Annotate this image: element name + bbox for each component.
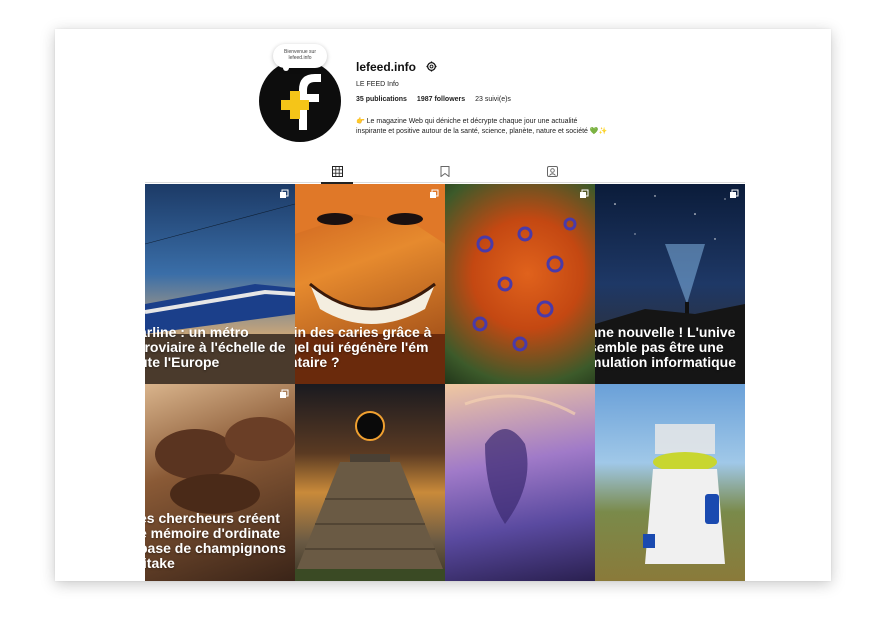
caption-line: nne nouvelle ! L'unive	[595, 324, 736, 340]
post-caption: es chercheurs créent e mémoire d'ordinat…	[145, 511, 295, 571]
caption-line: ute l'Europe	[145, 354, 220, 370]
profile-username: lefeed.info	[356, 60, 417, 74]
publications-count: 35 publications	[356, 96, 407, 103]
posts-grid: arline : un métro rroviaire à l'échelle …	[145, 184, 745, 581]
post-caption: arline : un métro rroviaire à l'échelle …	[145, 325, 295, 370]
tab-tagged[interactable]	[544, 163, 560, 179]
caption-line: base de champignons	[145, 540, 287, 556]
water-filter-photo	[643, 424, 725, 564]
following-count[interactable]: 23 suivi(e)s	[475, 96, 511, 103]
caption-line: semble pas être une	[595, 339, 724, 355]
profile-full-name: LE FEED Info	[356, 81, 399, 88]
octopus-photo	[472, 217, 577, 352]
post-caption: fin des caries grâce à gel qui régénère …	[295, 325, 445, 370]
profile-note-text: Bienvenue sur lefeed.info	[284, 49, 316, 61]
jellyfish-photo	[464, 394, 576, 524]
caption-line: rroviaire à l'échelle de	[145, 339, 286, 355]
settings-gear-icon[interactable]	[426, 61, 437, 72]
carousel-icon	[280, 389, 289, 398]
carousel-icon	[580, 189, 589, 198]
carousel-icon	[280, 189, 289, 198]
profile-stats: 35 publications 1987 followers 23 suivi(…	[356, 96, 519, 103]
post-caption: nne nouvelle ! L'unive semble pas être u…	[595, 325, 745, 370]
post-tile[interactable]	[595, 384, 745, 581]
grid-icon	[331, 165, 343, 177]
caption-line: arline : un métro	[145, 324, 249, 340]
post-tile[interactable]	[295, 384, 445, 581]
tagged-icon	[546, 165, 558, 177]
caption-line: e mémoire d'ordinate	[145, 525, 281, 541]
post-tile[interactable]	[445, 184, 595, 384]
caption-line: iitake	[145, 555, 175, 571]
post-tile[interactable]: es chercheurs créent e mémoire d'ordinat…	[145, 384, 295, 581]
tab-posts[interactable]	[321, 163, 353, 184]
caption-line: gel qui régénère l'ém	[295, 339, 429, 355]
carousel-icon	[730, 189, 739, 198]
profile-page: Bienvenue sur lefeed.info lefeed.info LE…	[55, 29, 831, 581]
caption-line: es chercheurs créent	[145, 510, 280, 526]
lefeed-logo	[281, 74, 321, 130]
eclipse-pyramid-photo	[295, 411, 445, 581]
bio-line-2: inspirante et positive autour de la sant…	[356, 128, 608, 135]
post-tile[interactable]: nne nouvelle ! L'unive semble pas être u…	[595, 184, 745, 384]
caption-line: ntaire ?	[295, 354, 340, 370]
bookmark-icon	[440, 165, 450, 177]
post-tile[interactable]: fin des caries grâce à gel qui régénère …	[295, 184, 445, 384]
post-tile[interactable]: arline : un métro rroviaire à l'échelle …	[145, 184, 295, 384]
profile-note-bubble[interactable]: Bienvenue sur lefeed.info	[273, 44, 327, 71]
profile-avatar[interactable]	[259, 60, 341, 142]
followers-count[interactable]: 1987 followers	[417, 96, 465, 103]
profile-bio: 👉 Le magazine Web qui déniche et décrypt…	[356, 117, 646, 137]
tabs-divider	[145, 182, 745, 183]
tab-saved[interactable]	[437, 163, 453, 179]
caption-line: fin des caries grâce à	[295, 324, 432, 340]
bio-line-1: 👉 Le magazine Web qui déniche et décrypt…	[356, 118, 578, 125]
carousel-icon	[430, 189, 439, 198]
caption-line: mulation informatique	[595, 354, 736, 370]
post-tile[interactable]	[445, 384, 595, 581]
